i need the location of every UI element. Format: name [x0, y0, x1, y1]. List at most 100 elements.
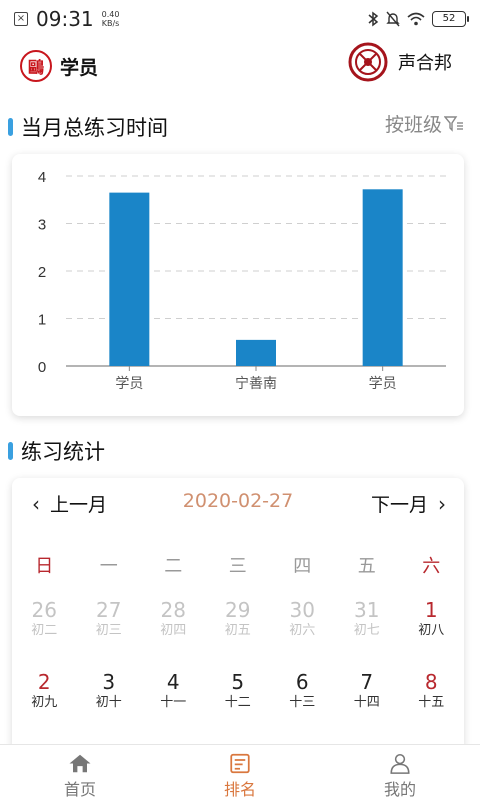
lunar-date: 初三 [95, 623, 122, 638]
lunar-date: 十四 [353, 695, 380, 710]
y-tick-label: 0 [38, 359, 46, 376]
lunar-date: 初十 [95, 695, 122, 710]
calendar-day[interactable]: 4 十一 [141, 670, 206, 742]
weekday-header: 日 一 二 三 四 五 六 [12, 552, 464, 578]
filter-icon [444, 115, 463, 132]
calendar-day[interactable]: 28 初四 [141, 598, 206, 670]
day-number: 28 [160, 598, 186, 622]
weekday-sun: 日 [35, 556, 54, 577]
day-number: 26 [31, 598, 57, 622]
weekday-mon: 一 [99, 556, 118, 577]
lunar-date: 初六 [289, 623, 316, 638]
x-tick-label: 学员 [115, 376, 143, 392]
filter-label: 按班级 [384, 114, 442, 136]
practice-time-chart-card: 0 1 2 3 4 学员 宁善南 学员 [12, 154, 464, 416]
avatar-char: 鷗 [27, 58, 44, 77]
calendar-day[interactable]: 7 十四 [335, 670, 400, 742]
lunar-date: 初九 [31, 695, 58, 710]
chevron-right-icon: › [438, 491, 446, 516]
weekday-thu: 四 [293, 556, 312, 577]
x-tick-label: 宁善南 [235, 375, 277, 392]
section-accent-bar [8, 118, 13, 136]
calendar-day[interactable]: 5 十二 [206, 670, 271, 742]
user-icon [390, 753, 410, 774]
org-logo-icon [348, 42, 388, 82]
day-number: 27 [96, 598, 122, 622]
wifi-icon [407, 12, 425, 26]
lunar-date: 十二 [224, 695, 251, 710]
tab-mine-label: 我的 [383, 780, 416, 799]
lunar-date: 初七 [353, 623, 380, 638]
tab-ranking[interactable]: 排名 [160, 745, 320, 800]
day-number: 3 [102, 670, 116, 694]
section-title-text: 当月总练习时间 [21, 116, 168, 140]
lunar-date: 初四 [160, 623, 187, 638]
next-month-button[interactable]: 下一月 › [371, 490, 446, 517]
notification-icon: × [14, 12, 28, 26]
lunar-date: 十三 [289, 695, 316, 710]
bluetooth-icon [368, 11, 379, 27]
y-tick-label: 3 [38, 217, 46, 234]
bar-chart: 0 1 2 3 4 学员 宁善南 学员 [38, 169, 446, 392]
tab-home[interactable]: 首页 [0, 745, 160, 800]
speed-unit: KB/s [101, 19, 120, 28]
weekday-tue: 二 [164, 556, 183, 577]
calendar-day[interactable]: 1 初八 [399, 598, 464, 670]
user-profile[interactable]: 鷗 学员 [20, 50, 98, 82]
org-name: 声合邦 [398, 53, 452, 74]
bottom-tab-bar: 首页 排名 我的 [0, 744, 480, 800]
x-tick-label: 学员 [369, 376, 397, 392]
y-tick-label: 1 [38, 312, 46, 329]
lunar-date: 十一 [160, 695, 187, 710]
day-number: 31 [354, 598, 380, 622]
calendar-day[interactable]: 6 十三 [270, 670, 335, 742]
day-number: 30 [289, 598, 315, 622]
practice-stats-title: 练习统计 [8, 436, 105, 466]
calendar-day[interactable]: 2 初九 [12, 670, 77, 742]
calendar-nav: ‹ 上一月 2020-02-27 下一月 › [12, 490, 464, 520]
calendar-week: 26 初二 27 初三 28 初四 29 初五 30 初六 31 初七 1 初八 [12, 598, 464, 670]
network-speed: 0.40 KB/s [102, 10, 120, 28]
tab-ranking-label: 排名 [223, 780, 256, 799]
status-bar: × 09:31 0.40 KB/s 52 [0, 0, 480, 38]
calendar-card: ‹ 上一月 2020-02-27 下一月 › 日 一 二 三 四 五 六 26 初… [12, 478, 464, 748]
calendar-day[interactable]: 26 初二 [12, 598, 77, 670]
y-tick-label: 2 [38, 264, 46, 281]
tab-home-label: 首页 [63, 780, 96, 799]
calendar-day[interactable]: 30 初六 [270, 598, 335, 670]
section-title-text: 练习统计 [21, 440, 105, 464]
speed-value: 0.40 [101, 10, 120, 19]
next-month-label: 下一月 [370, 494, 428, 516]
ranking-icon [230, 753, 250, 774]
day-number: 6 [295, 670, 309, 694]
bar [109, 192, 150, 366]
organization[interactable]: 声合邦 [348, 42, 452, 82]
weekday-wed: 三 [228, 556, 247, 577]
lunar-date: 十五 [418, 695, 445, 710]
calendar-day[interactable]: 31 初七 [335, 598, 400, 670]
lunar-date: 初五 [224, 623, 251, 638]
tab-mine[interactable]: 我的 [320, 745, 480, 800]
calendar-day[interactable]: 29 初五 [206, 598, 271, 670]
battery-indicator: 52 [432, 11, 469, 27]
user-avatar: 鷗 [20, 50, 52, 82]
mute-bell-icon [386, 11, 400, 27]
lunar-date: 初八 [418, 623, 445, 638]
calendar-week: 2 初九 3 初十 4 十一 5 十二 6 十三 7 十四 8 十五 [12, 670, 464, 742]
day-number: 1 [424, 598, 438, 622]
monthly-practice-title: 当月总练习时间 [8, 112, 168, 142]
bar [362, 189, 403, 366]
filter-by-class-button[interactable]: 按班级 [385, 110, 464, 137]
weekday-fri: 五 [357, 556, 376, 577]
calendar-grid: 26 初二 27 初三 28 初四 29 初五 30 初六 31 初七 1 初八 2 初九 3初… [12, 598, 464, 742]
section-accent-bar [8, 442, 13, 460]
day-number: 8 [424, 670, 438, 694]
calendar-day[interactable]: 8 十五 [399, 670, 464, 742]
day-number: 2 [37, 670, 51, 694]
calendar-day[interactable]: 27 初三 [77, 598, 142, 670]
day-number: 29 [225, 598, 251, 622]
day-number: 7 [360, 670, 374, 694]
app-header: 鷗 学员 声合邦 [0, 42, 480, 90]
calendar-day[interactable]: 3 初十 [77, 670, 142, 742]
status-time: 09:31 [36, 7, 94, 31]
